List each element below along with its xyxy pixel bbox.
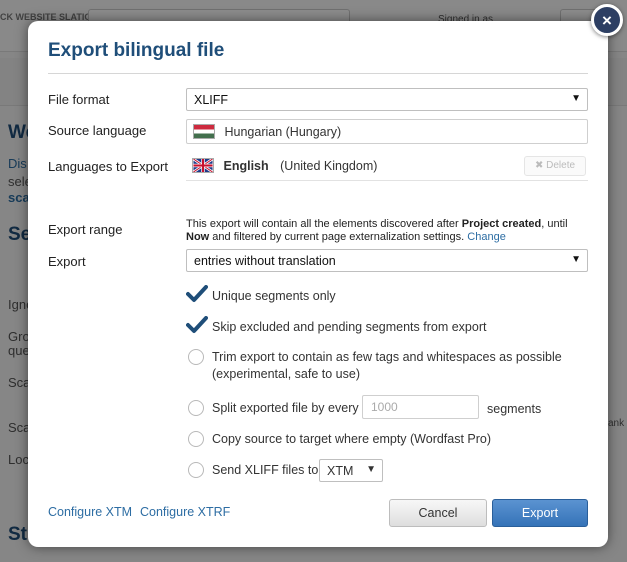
close-icon: × — [602, 10, 612, 30]
copy-source-radio[interactable] — [188, 431, 204, 447]
split-file-radio[interactable] — [188, 400, 204, 416]
skip-excluded-label: Skip excluded and pending segments from … — [212, 320, 487, 334]
dropdown-arrow-icon: ▼ — [366, 464, 376, 475]
source-language-value: Hungarian (Hungary) — [224, 125, 342, 139]
dialog-title: Export bilingual file — [48, 40, 225, 61]
delete-label: Delete — [546, 160, 576, 171]
export-range-label: Export range — [48, 222, 123, 237]
copy-source-label: Copy source to target where empty (Wordf… — [212, 432, 492, 446]
export-language-region: (United Kingdom) — [280, 159, 378, 173]
range-text-part: , until — [541, 218, 568, 230]
export-bilingual-dialog: Export bilingual file File format XLIFF … — [28, 21, 608, 547]
export-language-row: English (United Kingdom) ✖ Delete — [186, 154, 588, 181]
cancel-button[interactable]: Cancel — [389, 499, 487, 527]
export-range-description: This export will contain all the element… — [186, 218, 589, 244]
send-xliff-target-select[interactable]: XTM ▼ — [319, 459, 383, 482]
dropdown-arrow-icon: ▼ — [571, 254, 581, 265]
range-start: Project created — [461, 218, 542, 230]
close-dialog-button[interactable]: × — [591, 4, 623, 36]
range-text-part: and filtered by current page externaliza… — [212, 231, 465, 243]
export-filter-value: entries without translation — [194, 254, 336, 268]
split-file-suffix: segments — [487, 402, 542, 416]
split-file-label: Split exported file by every — [212, 401, 359, 415]
checkmark-icon[interactable] — [186, 285, 208, 303]
split-segments-input[interactable]: 1000 — [362, 395, 479, 419]
trim-export-radio[interactable] — [188, 349, 204, 365]
trim-export-label-line2: (experimental, safe to use) — [212, 367, 360, 381]
export-filter-select[interactable]: entries without translation ▼ — [186, 249, 588, 272]
file-format-value: XLIFF — [194, 93, 229, 107]
range-text-part: This export will contain all the element… — [186, 218, 459, 230]
configure-xtm-link[interactable]: Configure XTM — [48, 505, 132, 519]
close-icon: ✖ — [534, 160, 544, 171]
send-xliff-radio[interactable] — [188, 462, 204, 478]
export-button[interactable]: Export — [492, 499, 588, 527]
send-xliff-target-value: XTM — [327, 464, 354, 478]
configure-xtrf-link[interactable]: Configure XTRF — [140, 505, 230, 519]
send-xliff-label: Send XLIFF files to — [212, 463, 319, 477]
range-end: Now — [186, 231, 210, 243]
delete-language-button[interactable]: ✖ Delete — [524, 156, 586, 176]
file-format-label: File format — [48, 92, 110, 107]
change-range-link[interactable]: Change — [467, 231, 506, 243]
file-format-select[interactable]: XLIFF ▼ — [186, 88, 588, 111]
unique-segments-label: Unique segments only — [212, 289, 336, 303]
source-language-label: Source language — [48, 123, 147, 138]
checkmark-icon[interactable] — [186, 316, 208, 334]
title-divider — [48, 73, 588, 74]
dropdown-arrow-icon: ▼ — [571, 93, 581, 104]
trim-export-label-line1: Trim export to contain as few tags and w… — [212, 350, 562, 364]
export-language-name: English — [223, 159, 269, 173]
hungary-flag-icon — [193, 124, 215, 139]
uk-flag-icon — [192, 158, 214, 173]
export-label: Export — [48, 254, 86, 269]
languages-to-export-label: Languages to Export — [48, 159, 168, 174]
source-language-field[interactable]: Hungarian (Hungary) — [186, 119, 588, 144]
